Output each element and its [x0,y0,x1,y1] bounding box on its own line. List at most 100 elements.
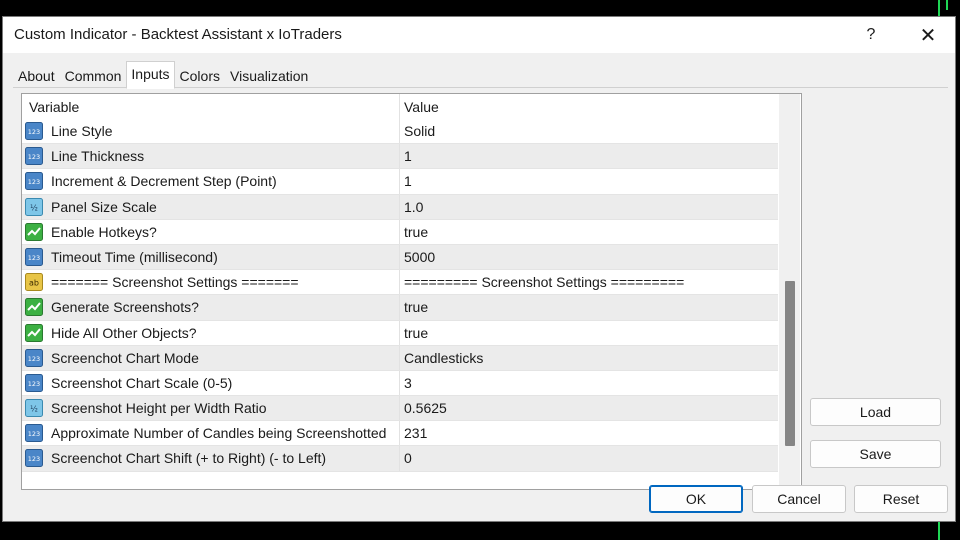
column-divider [399,194,400,219]
tab-strip: About Common Inputs Colors Visualization [13,61,313,89]
variable-name: Line Style [51,123,113,139]
vertical-scrollbar[interactable] [779,94,800,489]
cancel-button[interactable]: Cancel [752,485,846,513]
table-row[interactable]: 123 Screenchot Chart Shift (+ to Right) (… [22,446,778,472]
integer-icon: 123 [25,424,43,443]
variable-name: Hide All Other Objects? [51,324,197,341]
column-divider [399,345,400,370]
column-divider[interactable] [399,94,400,119]
inputs-grid[interactable]: Variable Value 123 Line Style Solid 123 Line… [21,93,802,490]
variable-name: ======= Screenshot Settings ======= [51,274,299,291]
integer-icon: 123 [25,122,43,140]
candle-wick [946,0,948,10]
variable-name: Screenchot Chart Mode [51,349,199,366]
svg-text:½: ½ [30,405,38,414]
table-row[interactable]: 123 Approximate Number of Candles being S… [22,421,778,447]
variable-name: Screenshot Chart Scale (0-5) [51,374,233,391]
variable-value[interactable]: ========= Screenshot Settings ========= [404,274,684,290]
svg-text:123: 123 [28,380,40,388]
svg-text:123: 123 [28,178,40,186]
bool-icon [25,298,43,317]
table-row[interactable]: Generate Screenshots? true [22,295,778,321]
column-divider [399,244,400,270]
column-divider [399,396,400,421]
table-row[interactable]: 123 Timeout Time (millisecond) 5000 [22,244,778,271]
table-row[interactable]: Hide All Other Objects? true [22,320,778,346]
table-row[interactable]: 123 Line Style Solid [22,119,778,145]
svg-text:½: ½ [30,203,38,212]
variable-name: Panel Size Scale [51,198,157,215]
candle-wick [938,0,940,16]
variable-value[interactable]: 1 [404,148,412,164]
scrollbar-thumb[interactable] [785,281,795,446]
column-divider [399,144,400,169]
double-icon: ½ [25,197,43,216]
column-divider [399,370,400,396]
variable-name: Increment & Decrement Step (Point) [51,173,277,190]
table-row[interactable]: Enable Hotkeys? true [22,219,778,245]
variable-name: Generate Screenshots? [51,299,199,316]
column-divider [399,219,400,244]
variable-name: Approximate Number of Candles being Scre… [51,425,387,442]
svg-text:ab: ab [29,279,39,288]
variable-value[interactable]: true [404,299,428,315]
reset-button[interactable]: Reset [854,485,948,513]
table-row[interactable]: 123 Screenshot Chart Scale (0-5) 3 [22,370,778,397]
variable-name: Line Thickness [51,148,145,165]
variable-value[interactable]: true [404,224,428,240]
column-divider [399,270,400,295]
column-header-value[interactable]: Value [404,99,439,115]
grid-rows: 123 Line Style Solid 123 Line Thickness 1 123 I… [22,119,778,472]
column-divider [399,169,400,194]
column-divider [399,446,400,471]
tab-visualization[interactable]: Visualization [225,63,313,89]
integer-icon: 123 [25,147,43,166]
bool-icon [25,222,43,241]
grid-header: Variable Value [22,94,778,119]
table-row[interactable]: ½ Screenshot Height per Width Ratio 0.5625 [22,396,778,422]
variable-value[interactable]: Solid [404,123,435,139]
table-row[interactable]: ½ Panel Size Scale 1.0 [22,194,778,220]
variable-value[interactable]: true [404,325,428,341]
integer-icon: 123 [25,247,43,266]
column-divider [399,119,400,144]
variable-value[interactable]: 0 [404,450,412,466]
column-divider [399,421,400,446]
close-button[interactable]: ✕ [908,21,948,49]
candle-wick [938,522,940,540]
help-button[interactable]: ? [851,21,891,49]
save-button[interactable]: Save [810,440,941,468]
ok-button[interactable]: OK [649,485,743,513]
custom-indicator-dialog: Custom Indicator - Backtest Assistant x … [2,16,956,522]
svg-text:123: 123 [28,430,40,438]
svg-text:123: 123 [28,128,40,136]
column-divider [399,295,400,320]
tab-common[interactable]: Common [60,63,127,89]
tab-colors[interactable]: Colors [175,63,225,89]
svg-text:123: 123 [28,455,40,463]
variable-value[interactable]: 5000 [404,249,435,265]
window-title: Custom Indicator - Backtest Assistant x … [14,26,342,43]
table-row[interactable]: 123 Line Thickness 1 [22,144,778,170]
svg-text:123: 123 [28,254,40,262]
double-icon: ½ [25,399,43,418]
tab-inputs[interactable]: Inputs [126,61,175,89]
title-bar: Custom Indicator - Backtest Assistant x … [3,17,955,53]
load-button[interactable]: Load [810,398,941,426]
table-row[interactable]: ab ======= Screenshot Settings ======= ===… [22,270,778,296]
variable-value[interactable]: 1.0 [404,199,423,215]
variable-name: Enable Hotkeys? [51,223,157,240]
svg-text:123: 123 [28,153,40,161]
variable-value[interactable]: 231 [404,425,427,441]
table-row[interactable]: 123 Screenchot Chart Mode Candlesticks [22,345,778,371]
tab-about[interactable]: About [13,63,60,89]
table-row[interactable]: 123 Increment & Decrement Step (Point) 1 [22,169,778,195]
integer-icon: 123 [25,449,43,468]
string-icon: ab [25,273,43,292]
variable-value[interactable]: 0.5625 [404,400,447,416]
column-header-variable[interactable]: Variable [29,99,79,115]
variable-value[interactable]: 1 [404,173,412,189]
variable-value[interactable]: 3 [404,375,412,391]
svg-text:123: 123 [28,355,40,363]
variable-value[interactable]: Candlesticks [404,350,483,366]
